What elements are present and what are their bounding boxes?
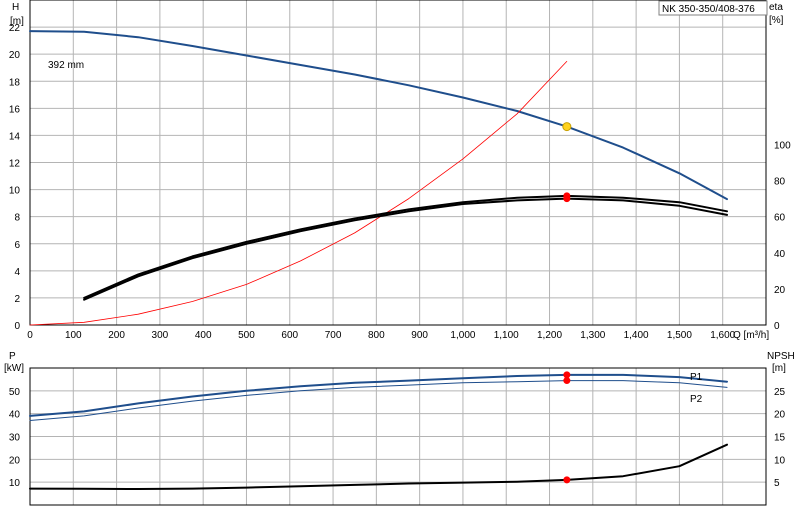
duty-point-marker [563,377,571,385]
y-right-tick-label: 20 [774,285,786,296]
y-right-tick-label: 10 [774,455,786,466]
y-left-tick-label: 18 [9,77,21,88]
x-tick-label: 1,000 [450,330,475,341]
p1-series-label: P1 [690,372,703,383]
y-left-tick-label: 2 [14,294,20,305]
x-tick-label: 400 [195,330,212,341]
y-left-tick-label: 4 [14,267,20,278]
x-tick-label: 900 [411,330,428,341]
power-axis-label: P [9,351,16,362]
y-right-tick-label: 20 [774,410,786,421]
x-tick-label: 1,200 [537,330,562,341]
x-tick-label: 100 [65,330,82,341]
eta-axis-label: eta [769,2,783,13]
p2-series-label: P2 [690,394,703,405]
y-right-tick-label: 80 [774,177,786,188]
y-left-tick-label: 20 [9,50,21,61]
duty-point-marker [562,122,572,132]
x-tick-label: 600 [281,330,298,341]
y-left-tick-label: 30 [9,433,21,444]
y-left-tick-label: 20 [9,455,21,466]
y-left-tick-label: 14 [9,131,21,142]
x-tick-label: 1,500 [667,330,692,341]
x-tick-label: 1,400 [624,330,649,341]
y-right-tick-label: 40 [774,249,786,260]
npsh-axis-unit: [m] [772,363,786,374]
y-left-tick-label: 40 [9,410,21,421]
x-tick-label: 700 [325,330,342,341]
y-left-tick-label: 8 [14,213,20,224]
pump-model-title: NK 350-350/408-376 [662,4,755,15]
y-left-tick-label: 10 [9,478,21,489]
x-tick-label: 1,300 [580,330,605,341]
y-left-tick-label: 0 [14,321,20,332]
head-axis-label: H [12,2,19,13]
y-right-tick-label: 0 [774,321,780,332]
power-axis-unit: [kW] [4,363,24,374]
x-tick-label: 0 [27,330,33,341]
x-tick-label: 1,100 [494,330,519,341]
x-tick-label: 800 [368,330,385,341]
y-left-tick-label: 12 [9,159,21,170]
duty-point-marker [563,476,571,484]
y-left-tick-label: 10 [9,186,21,197]
y-right-tick-label: 5 [774,478,780,489]
y-left-tick-label: 50 [9,387,21,398]
y-right-tick-label: 25 [774,387,786,398]
x-tick-label: 300 [152,330,169,341]
y-left-tick-label: 6 [14,240,20,251]
head-axis-unit: [m] [10,16,24,27]
x-tick-label: 500 [238,330,255,341]
power-npsh-plot: 10 20 30 40 50 5 10 15 20 25 P [kW] NPSH [m] P1 P… [4,351,795,506]
duty-point-marker [563,371,571,379]
y-right-tick-label: 100 [774,140,791,151]
npsh-axis-label: NPSH [767,351,795,362]
series-line-0 [29,30,728,201]
y-right-tick-label: 60 [774,213,786,224]
eta-axis-unit: [%] [769,15,784,26]
impeller-diameter-label: 392 mm [48,60,84,71]
head-efficiency-plot: 02468101214161820220204060801000 100 200 30… [9,0,791,341]
pump-performance-chart: 02468101214161820220204060801000 100 200 30… [4,0,795,506]
series-line-1 [29,380,728,421]
x-tick-label: 1,600 [710,330,735,341]
y-right-tick-label: 15 [774,433,786,444]
duty-point-marker [563,195,571,203]
x-axis-label: Q [m³/h] [733,330,769,341]
y-left-tick-label: 16 [9,104,21,115]
series-line-2 [83,197,728,301]
x-tick-label: 200 [108,330,125,341]
